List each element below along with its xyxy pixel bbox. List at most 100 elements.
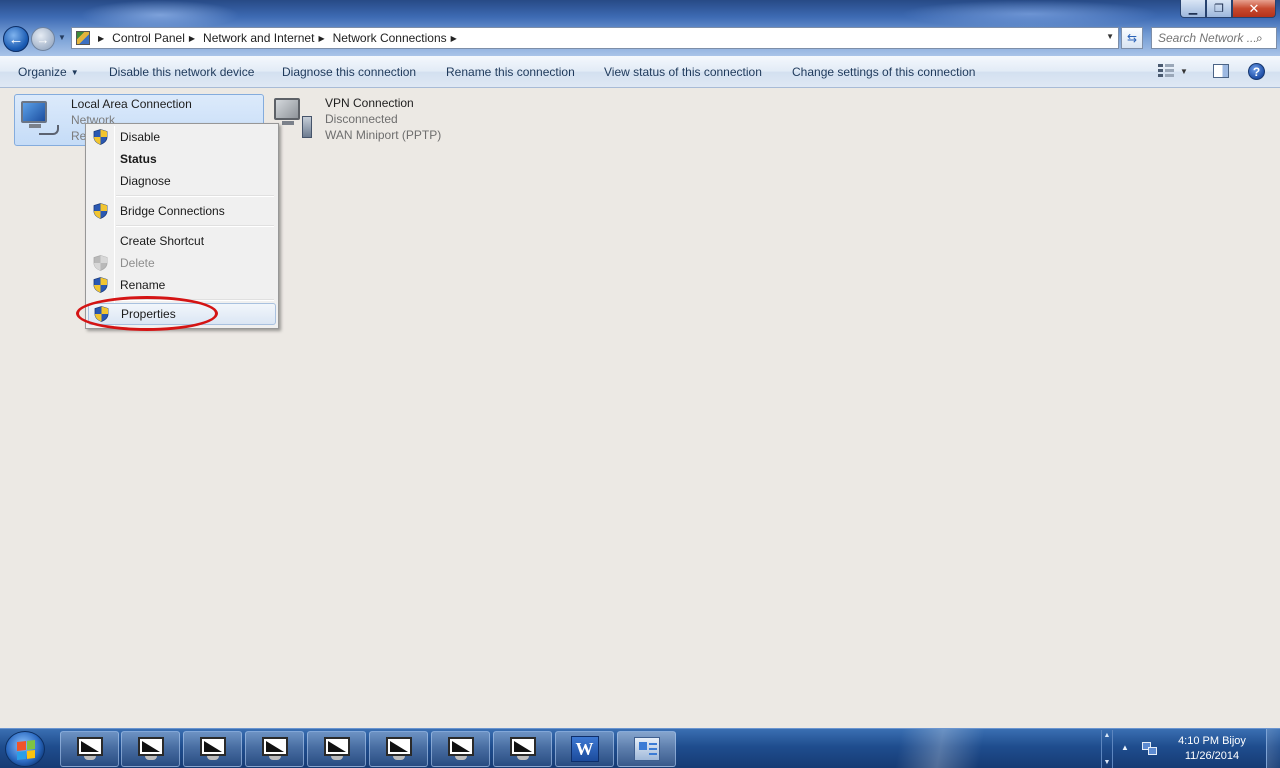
search-input[interactable] (1158, 31, 1256, 45)
menu-separator (116, 225, 274, 227)
connection-name: VPN Connection (325, 96, 414, 110)
address-bar[interactable]: ▶ Control Panel ▶ Network and Internet ▶ N… (71, 27, 1119, 49)
taskbar-app-2[interactable] (121, 731, 180, 767)
menu-item-label: Create Shortcut (120, 234, 205, 248)
help-icon: ? (1252, 64, 1261, 79)
organize-label: Organize (18, 65, 67, 79)
annotation-highlight-ring (76, 296, 218, 331)
control-panel-icon (76, 31, 90, 45)
menu-item-label: Disable (120, 130, 161, 144)
menu-item-create-shortcut[interactable]: Create Shortcut (88, 230, 276, 252)
help-button[interactable]: ? (1248, 63, 1265, 80)
arrow-left-icon: ← (8, 30, 24, 48)
connection-vpn[interactable]: VPN Connection Disconnected WAN Miniport… (270, 94, 460, 146)
connection-status: Disconnected (325, 112, 398, 126)
menu-item-rename[interactable]: Rename (88, 274, 276, 296)
change-view-button[interactable]: ▼ (1158, 64, 1188, 78)
forward-button[interactable]: → (31, 27, 55, 51)
chevron-down-icon: ▼ (1180, 66, 1188, 76)
connection-name: Local Area Connection (71, 97, 192, 111)
taskbar-app-7[interactable] (431, 731, 490, 767)
menu-item-label: Status (120, 152, 157, 166)
back-button[interactable]: ← (3, 26, 29, 52)
clock-time: 4:10 PM Bijoy (1178, 735, 1246, 747)
change-settings-button[interactable]: Change settings of this connection (792, 65, 975, 79)
taskbar-app-4[interactable] (245, 731, 304, 767)
breadcrumb-network-and-internet[interactable]: Network and Internet ▶ (203, 31, 333, 45)
breadcrumb-label: Control Panel (112, 31, 185, 45)
details-view-icon (1158, 64, 1174, 78)
app-window-icon (385, 737, 412, 761)
app-window-icon (509, 737, 536, 761)
taskbar-glow (840, 729, 1040, 768)
close-button[interactable]: ✕ (1232, 0, 1276, 18)
show-hidden-icons-button[interactable]: ▲ (1121, 743, 1129, 752)
menu-item-diagnose[interactable]: Diagnose (88, 170, 276, 192)
arrow-right-icon: → (36, 31, 50, 47)
organize-menu[interactable]: Organize ▼ (18, 65, 79, 79)
preview-pane-button[interactable] (1213, 64, 1229, 78)
command-bar: Organize ▼ Disable this network device Di… (0, 56, 1280, 88)
menu-item-status[interactable]: Status (88, 148, 276, 170)
app-window-icon (76, 737, 103, 761)
chevron-right-icon: ▶ (188, 33, 196, 43)
chevron-up-icon: ▲ (1103, 732, 1111, 739)
app-window-icon (137, 737, 164, 761)
address-history-dropdown[interactable]: ▼ (1106, 32, 1114, 41)
titlebar-glow (900, 0, 1160, 28)
breadcrumb-root-arrow[interactable]: ▶ (94, 34, 112, 43)
control-panel-icon (633, 737, 660, 761)
menu-item-delete: Delete (88, 252, 276, 274)
uac-shield-icon (93, 203, 108, 219)
app-window-icon (447, 737, 474, 761)
menu-item-label: Bridge Connections (120, 204, 225, 218)
refresh-button[interactable]: ⇆ (1121, 27, 1143, 49)
breadcrumb-label: Network Connections (332, 31, 447, 45)
network-tray-icon[interactable] (1142, 742, 1158, 756)
system-clock[interactable]: 4:10 PM Bijoy 11/26/2014 (1172, 734, 1252, 764)
disable-device-button[interactable]: Disable this network device (109, 65, 254, 79)
breadcrumb-control-panel[interactable]: Control Panel ▶ (112, 31, 203, 45)
network-adapter-icon (19, 99, 59, 139)
search-box[interactable]: ⌕ (1151, 27, 1277, 49)
taskbar-app-6[interactable] (369, 731, 428, 767)
taskbar: W ▲ ▼ ▲ 4:10 PM Bijoy 11/26/2014 (0, 728, 1280, 768)
taskbar-app-5[interactable] (307, 731, 366, 767)
refresh-icon: ⇆ (1126, 31, 1138, 45)
app-window-icon (323, 737, 350, 761)
breadcrumb-label: Network and Internet (203, 31, 315, 45)
view-status-button[interactable]: View status of this connection (604, 65, 762, 79)
tray-scroll[interactable]: ▲ ▼ (1101, 730, 1113, 768)
taskbar-control-panel[interactable] (617, 731, 676, 767)
chevron-right-icon: ▶ (450, 33, 457, 43)
uac-shield-icon (93, 129, 108, 145)
word-icon: W (570, 736, 599, 762)
app-window-icon (199, 737, 226, 761)
window-controls: ▁ ❐ ✕ (1180, 0, 1276, 18)
rename-connection-button[interactable]: Rename this connection (446, 65, 575, 79)
taskbar-app-8[interactable] (493, 731, 552, 767)
chevron-down-icon: ▼ (1103, 759, 1111, 766)
menu-item-label: Rename (120, 278, 166, 292)
taskbar-app-3[interactable] (183, 731, 242, 767)
diagnose-connection-button[interactable]: Diagnose this connection (282, 65, 416, 79)
connection-device: WAN Miniport (PPTP) (325, 128, 442, 142)
menu-item-label: Diagnose (120, 174, 171, 188)
show-desktop-button[interactable] (1266, 729, 1280, 768)
chevron-right-icon: ▶ (98, 33, 105, 43)
maximize-button[interactable]: ❐ (1206, 0, 1232, 18)
breadcrumb-network-connections[interactable]: Network Connections ▶ (333, 31, 465, 45)
taskbar-word[interactable]: W (555, 731, 614, 767)
start-button[interactable] (5, 731, 45, 767)
menu-item-disable[interactable]: Disable (88, 126, 276, 148)
search-icon[interactable]: ⌕ (1256, 31, 1263, 46)
uac-shield-icon (93, 277, 108, 293)
recent-pages-dropdown[interactable]: ▼ (58, 33, 66, 42)
titlebar-glow (80, 0, 240, 30)
menu-item-bridge-connections[interactable]: Bridge Connections (88, 200, 276, 222)
uac-shield-icon (93, 255, 108, 271)
menu-item-label: Delete (120, 256, 155, 270)
chevron-down-icon: ▼ (70, 68, 79, 77)
taskbar-app-1[interactable] (60, 731, 119, 767)
minimize-button[interactable]: ▁ (1180, 0, 1206, 18)
